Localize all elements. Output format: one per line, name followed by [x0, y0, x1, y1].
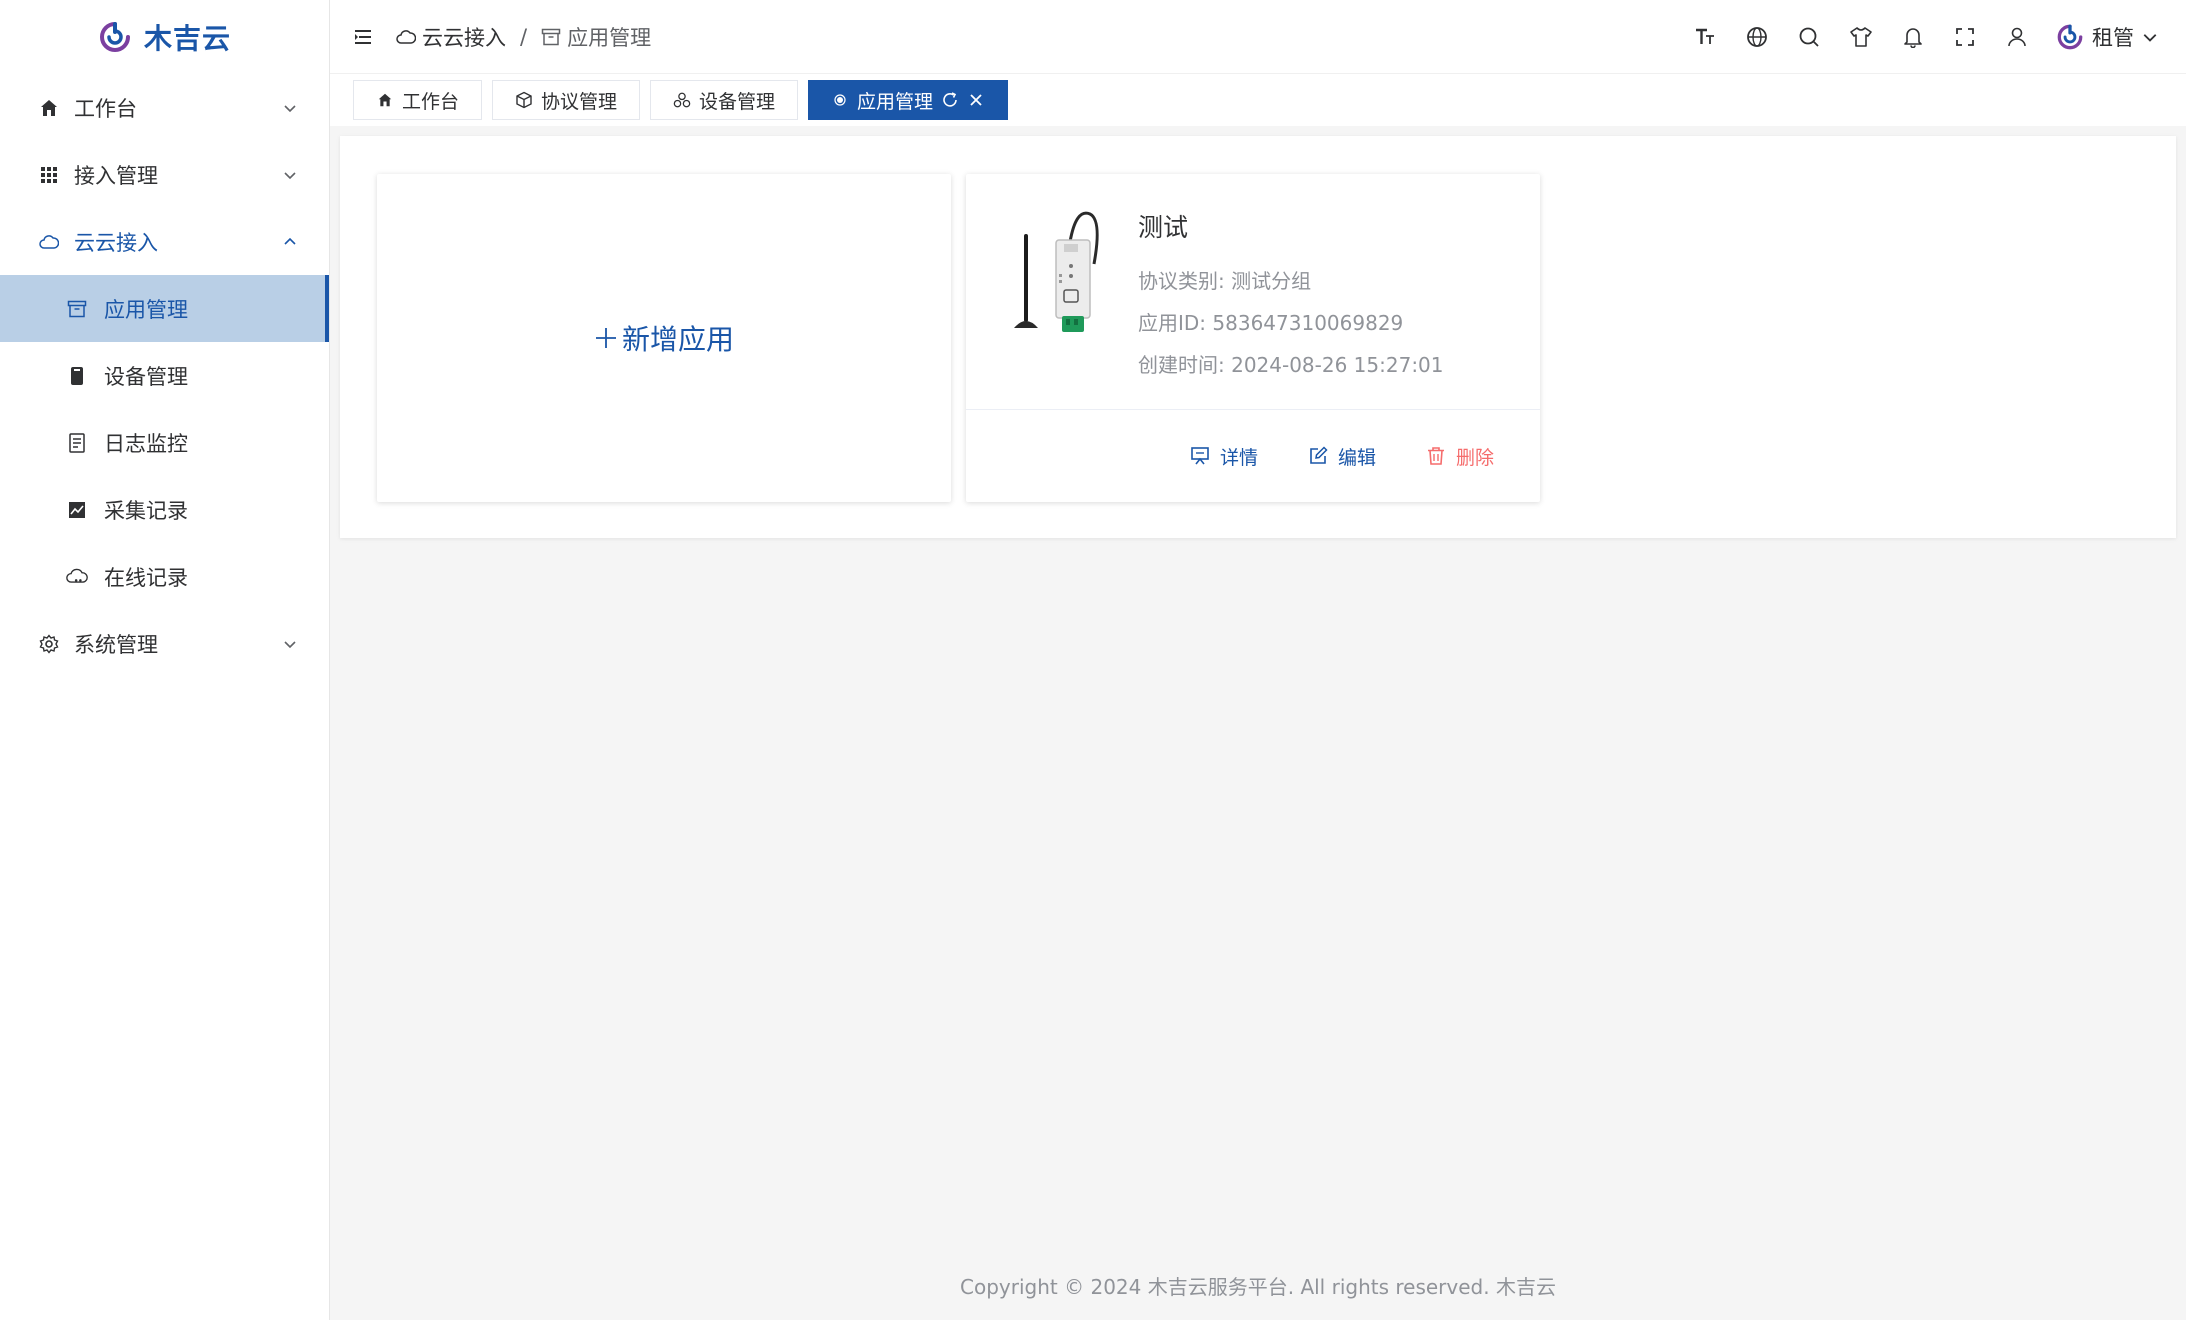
tab-label: 工作台	[402, 90, 460, 113]
tab-device-management[interactable]: 设备管理	[650, 80, 799, 120]
breadcrumb-item-cloud-access[interactable]: 云云接入	[396, 22, 506, 52]
add-app-card[interactable]: 新增应用	[377, 174, 951, 502]
avatar	[2057, 24, 2083, 49]
cube-icon	[515, 91, 533, 109]
chevron-down-icon	[281, 166, 299, 184]
breadcrumb: 云云接入 / 应用管理	[396, 22, 651, 52]
theme-shirt-icon[interactable]	[1848, 24, 1874, 50]
trash-icon	[1426, 446, 1446, 466]
home-icon	[38, 97, 60, 119]
add-app-label: 新增应用	[621, 323, 734, 356]
presentation-icon	[1190, 446, 1210, 466]
chevron-down-icon	[2143, 33, 2157, 42]
close-icon[interactable]	[967, 91, 985, 109]
sidebar-subitem-app-management[interactable]: 应用管理	[0, 275, 329, 342]
sidebar-subitem-label: 采集记录	[104, 498, 188, 523]
sidebar-item-label: 云云接入	[74, 230, 158, 255]
app-list-panel: 新增应用 测试 协议类别: 测试分组 应用ID: 583647310069829…	[340, 136, 2176, 538]
app-created-time: 创建时间: 2024-08-26 15:27:01	[1138, 353, 1444, 377]
app-protocol-category: 协议类别: 测试分组	[1138, 269, 1312, 293]
app-detail-label: 详情	[1219, 446, 1258, 469]
app-edit-label: 编辑	[1337, 446, 1376, 469]
sidebar-item-label: 系统管理	[74, 632, 158, 657]
breadcrumb-label: 应用管理	[567, 25, 652, 50]
main-content: 新增应用 测试 协议类别: 测试分组 应用ID: 583647310069829…	[330, 126, 2186, 1320]
breadcrumb-label: 云云接入	[422, 25, 506, 50]
document-icon	[66, 432, 88, 454]
sidebar-subitem-label: 日志监控	[104, 431, 188, 456]
brand-logo[interactable]: 木吉云	[0, 0, 329, 74]
user-menu[interactable]: 租管	[2056, 22, 2158, 52]
gateway-device-image	[1014, 211, 1099, 332]
language-globe-icon[interactable]	[1744, 24, 1770, 50]
bell-icon[interactable]	[1900, 24, 1926, 50]
add-app-button[interactable]: 新增应用	[594, 318, 734, 358]
search-icon[interactable]	[1796, 24, 1822, 50]
top-header: 云云接入 / 应用管理 租管	[330, 0, 2186, 74]
app-id: 应用ID: 583647310069829	[1138, 311, 1404, 335]
brand-mark-icon	[99, 22, 130, 52]
tab-app-management[interactable]: 应用管理	[808, 80, 1009, 120]
sidebar-subitem-device-management[interactable]: 设备管理	[0, 342, 329, 409]
archive-box-icon	[66, 298, 88, 320]
menu-toggle-icon[interactable]	[350, 24, 376, 50]
chevron-up-icon	[281, 233, 299, 251]
chevron-down-icon	[281, 99, 299, 117]
sidebar-subitem-online-records[interactable]: 在线记录	[0, 543, 329, 610]
copyright-footer: Copyright © 2024 木吉云服务平台. All rights res…	[960, 1275, 1556, 1299]
header-toolbar: 租管	[1692, 22, 2186, 52]
app-detail-button[interactable]: 详情	[1190, 443, 1258, 470]
sidebar-subitem-collection-records[interactable]: 采集记录	[0, 476, 329, 543]
app-delete-button[interactable]: 删除	[1426, 443, 1494, 470]
fullscreen-icon[interactable]	[1952, 24, 1978, 50]
edit-icon	[1308, 446, 1328, 466]
tab-workbench[interactable]: 工作台	[353, 80, 483, 120]
home-icon	[376, 91, 394, 109]
chart-icon	[66, 499, 88, 521]
brand-name: 木吉云	[143, 22, 231, 55]
cloud-icon	[38, 231, 60, 253]
cluster-icon	[673, 91, 691, 109]
tab-protocol-management[interactable]: 协议管理	[492, 80, 641, 120]
tab-label: 设备管理	[699, 90, 776, 113]
grid-icon	[38, 164, 60, 186]
sidebar-subitem-log-monitor[interactable]: 日志监控	[0, 409, 329, 476]
dot-icon	[831, 91, 849, 109]
sidebar-item-access[interactable]: 接入管理	[0, 141, 329, 208]
font-size-icon[interactable]	[1692, 24, 1718, 50]
sidebar-subitem-label: 设备管理	[104, 364, 188, 389]
sidebar-item-workbench[interactable]: 工作台	[0, 74, 329, 141]
user-name: 租管	[2092, 25, 2134, 50]
user-profile-icon[interactable]	[2004, 24, 2030, 50]
sidebar-subitem-label: 应用管理	[104, 297, 188, 322]
app-card-actions: 详情 编辑 删除	[966, 410, 1540, 502]
gear-icon	[38, 633, 60, 655]
archive-box-icon	[541, 28, 561, 45]
breadcrumb-separator: /	[520, 24, 528, 49]
chevron-down-icon	[281, 635, 299, 653]
sidebar-menu: 工作台 接入管理 云云接入 应用管理 设备管理 日志监控 采集记录 在线记录 系…	[0, 74, 329, 677]
app-card: 测试 协议类别: 测试分组 应用ID: 583647310069829 创建时间…	[966, 174, 1540, 502]
cloud-online-icon	[66, 566, 88, 588]
sidebar: 木吉云 工作台 接入管理 云云接入 应用管理 设备管理 日志监控 采集记录 在线…	[0, 0, 330, 1320]
app-info: 测试 协议类别: 测试分组 应用ID: 583647310069829 创建时间…	[1138, 204, 1444, 409]
tabs-bar: 工作台 协议管理 设备管理 应用管理	[330, 74, 2186, 126]
app-delete-label: 删除	[1455, 446, 1494, 469]
sidebar-subitem-label: 在线记录	[104, 565, 188, 590]
sidebar-item-cloud-access[interactable]: 云云接入	[0, 208, 329, 275]
sidebar-item-system[interactable]: 系统管理	[0, 610, 329, 677]
app-name: 测试	[1138, 213, 1189, 242]
tab-label: 应用管理	[857, 90, 934, 113]
tab-label: 协议管理	[541, 90, 618, 113]
plus-icon	[595, 328, 616, 348]
app-edit-button[interactable]: 编辑	[1308, 443, 1376, 470]
app-card-body: 测试 协议类别: 测试分组 应用ID: 583647310069829 创建时间…	[966, 174, 1540, 410]
sidebar-item-label: 工作台	[74, 96, 137, 121]
refresh-icon[interactable]	[941, 91, 959, 109]
breadcrumb-item-app-management: 应用管理	[541, 22, 651, 52]
device-icon	[66, 365, 88, 387]
sidebar-item-label: 接入管理	[74, 163, 158, 188]
cloud-icon	[396, 29, 416, 44]
